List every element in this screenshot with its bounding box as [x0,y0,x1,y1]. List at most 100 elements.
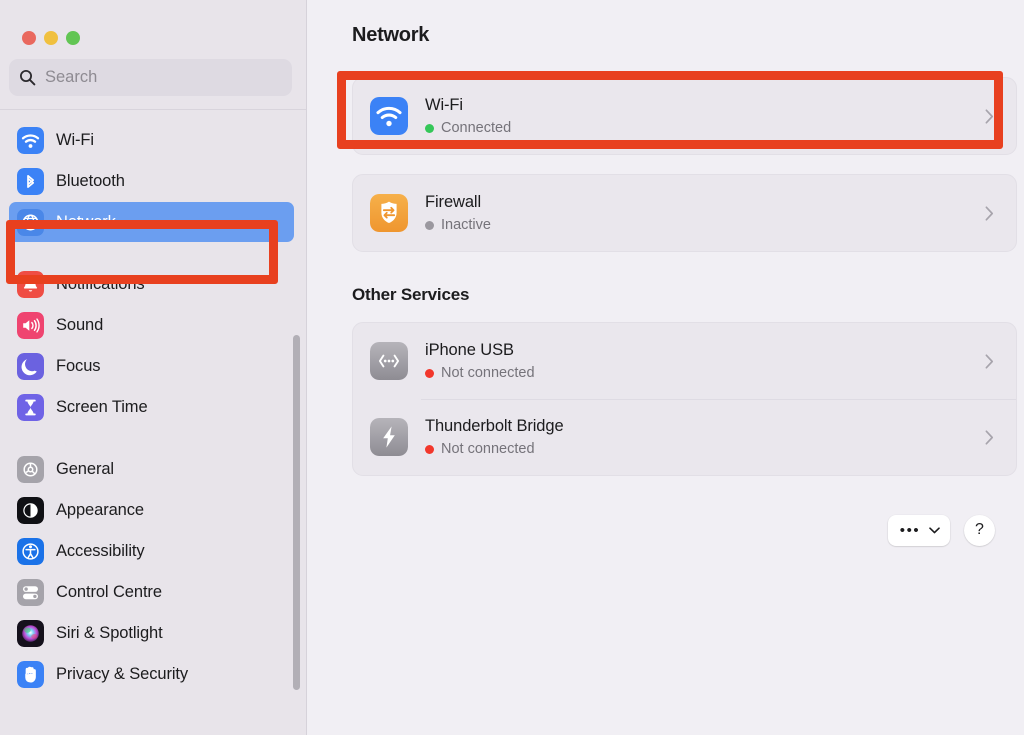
sidebar-item-control-centre[interactable]: Control Centre [9,572,294,612]
sidebar-item-wi-fi[interactable]: Wi-Fi [9,120,294,160]
sidebar-item-focus[interactable]: Focus [9,346,294,386]
status-dot-not-connected [425,445,434,454]
content-column: Network Wi-Fi Connected Firewall Inactiv… [352,0,1017,546]
network-globe-icon [17,208,44,236]
status-dot-connected [425,124,434,133]
other-services-header: Other Services [352,285,470,304]
sidebar-item-screen-time[interactable]: Screen Time [9,387,294,427]
search-container [0,50,306,96]
bluetooth-icon [17,167,44,195]
thunderbolt-icon [370,418,408,456]
privacy-hand-icon [17,660,44,688]
firewall-status: Inactive [425,217,985,234]
sidebar-item-network[interactable]: Network [9,202,294,242]
chevron-right-icon [985,429,994,445]
wifi-status: Connected [425,120,985,137]
wifi-row[interactable]: Wi-Fi Connected [353,78,1016,154]
firewall-title: Firewall [425,193,482,211]
sidebar-item-accessibility[interactable]: Accessibility [9,531,294,571]
sidebar-group-personal: Notifications Sound Focus Screen Time [0,264,306,427]
iphone-usb-status-label: Not connected [441,365,535,381]
firewall-card: Firewall Inactive [352,174,1017,252]
iphone-usb-row[interactable]: iPhone USB Not connected [353,323,1016,399]
appearance-contrast-icon [17,496,44,524]
close-button[interactable] [22,31,36,45]
sidebar-item-appearance[interactable]: Appearance [9,490,294,530]
sidebar-item-label: Sound [56,315,104,334]
page-title: Network [352,24,430,46]
chevron-right-icon [985,353,994,369]
thunderbolt-bridge-row-text: Thunderbolt Bridge Not connected [425,416,985,458]
firewall-status-label: Inactive [441,217,491,233]
sidebar-item-label: Privacy & Security [56,664,189,683]
iphone-usb-status: Not connected [425,365,985,382]
chevron-right-icon [985,108,994,124]
iphone-usb-row-text: iPhone USB Not connected [425,340,985,382]
sidebar-item-label: Appearance [56,500,144,519]
minimize-button[interactable] [44,31,58,45]
wifi-row-text: Wi-Fi Connected [425,95,985,137]
sidebar-item-bluetooth[interactable]: Bluetooth [9,161,294,201]
sidebar-item-label: Bluetooth [56,171,125,190]
wifi-icon [370,97,408,135]
sound-speaker-icon [17,311,44,339]
firewall-shield-icon [370,194,408,232]
maximize-button[interactable] [66,31,80,45]
sidebar-scrollbar[interactable] [293,335,300,690]
chevron-right-icon [985,205,994,221]
sidebar-scrollbar-thumb[interactable] [293,335,300,690]
system-settings-window: Wi-Fi Bluetooth [0,0,1024,735]
more-options-button[interactable]: ••• [888,515,950,546]
sidebar-group-connectivity: Wi-Fi Bluetooth Network [0,120,306,242]
firewall-row[interactable]: Firewall Inactive [353,175,1016,251]
focus-moon-icon [17,352,44,380]
footer-buttons: ••• ? [888,515,995,546]
control-centre-toggles-icon [17,578,44,606]
general-gear-icon [17,455,44,483]
window-traffic-lights [0,0,306,50]
other-services-card: iPhone USB Not connected Thunderbolt Bri… [352,322,1017,476]
sidebar-item-label: General [56,459,115,478]
thunderbolt-bridge-status: Not connected [425,441,985,458]
status-dot-not-connected [425,369,434,378]
sidebar-item-label: Network [56,212,116,231]
sidebar-item-label: Focus [56,356,101,375]
sidebar: Wi-Fi Bluetooth [0,0,307,735]
sidebar-item-label: Siri & Spotlight [56,623,163,642]
chevron-down-icon [929,527,941,534]
help-button[interactable]: ? [964,515,995,546]
more-dots-label: ••• [899,521,921,539]
wifi-card: Wi-Fi Connected [352,77,1017,155]
wifi-icon [17,126,44,154]
wifi-title: Wi-Fi [425,96,463,114]
thunderbolt-bridge-title: Thunderbolt Bridge [425,417,564,435]
sidebar-item-label: Wi-Fi [56,130,94,149]
sidebar-group-system: General Appearance Accessibility Control… [0,449,306,694]
sidebar-item-siri-and-spotlight[interactable]: Siri & Spotlight [9,613,294,653]
search-icon [20,70,36,86]
sidebar-item-label: Screen Time [56,397,148,416]
iphone-usb-title: iPhone USB [425,341,514,359]
search-field[interactable] [9,59,292,96]
sidebar-item-sound[interactable]: Sound [9,305,294,345]
search-input[interactable] [45,68,282,87]
accessibility-icon [17,537,44,565]
siri-orb-icon [17,619,44,647]
thunderbolt-bridge-row[interactable]: Thunderbolt Bridge Not connected [353,399,1016,475]
sidebar-nav: Wi-Fi Bluetooth Network Notifications So… [0,110,306,719]
screen-time-hourglass-icon [17,393,44,421]
sidebar-item-notifications[interactable]: Notifications [9,264,294,304]
main-content: Network Wi-Fi Connected Firewall Inactiv… [307,0,1024,735]
sidebar-item-label: Accessibility [56,541,145,560]
sidebar-item-general[interactable]: General [9,449,294,489]
sidebar-item-privacy-and-security[interactable]: Privacy & Security [9,654,294,694]
firewall-row-text: Firewall Inactive [425,192,985,234]
sidebar-item-label: Control Centre [56,582,162,601]
page-title-row: Network [352,0,1017,47]
wifi-status-label: Connected [441,120,512,136]
sidebar-item-label: Notifications [56,274,145,293]
status-dot-inactive [425,221,434,230]
notifications-bell-icon [17,270,44,298]
